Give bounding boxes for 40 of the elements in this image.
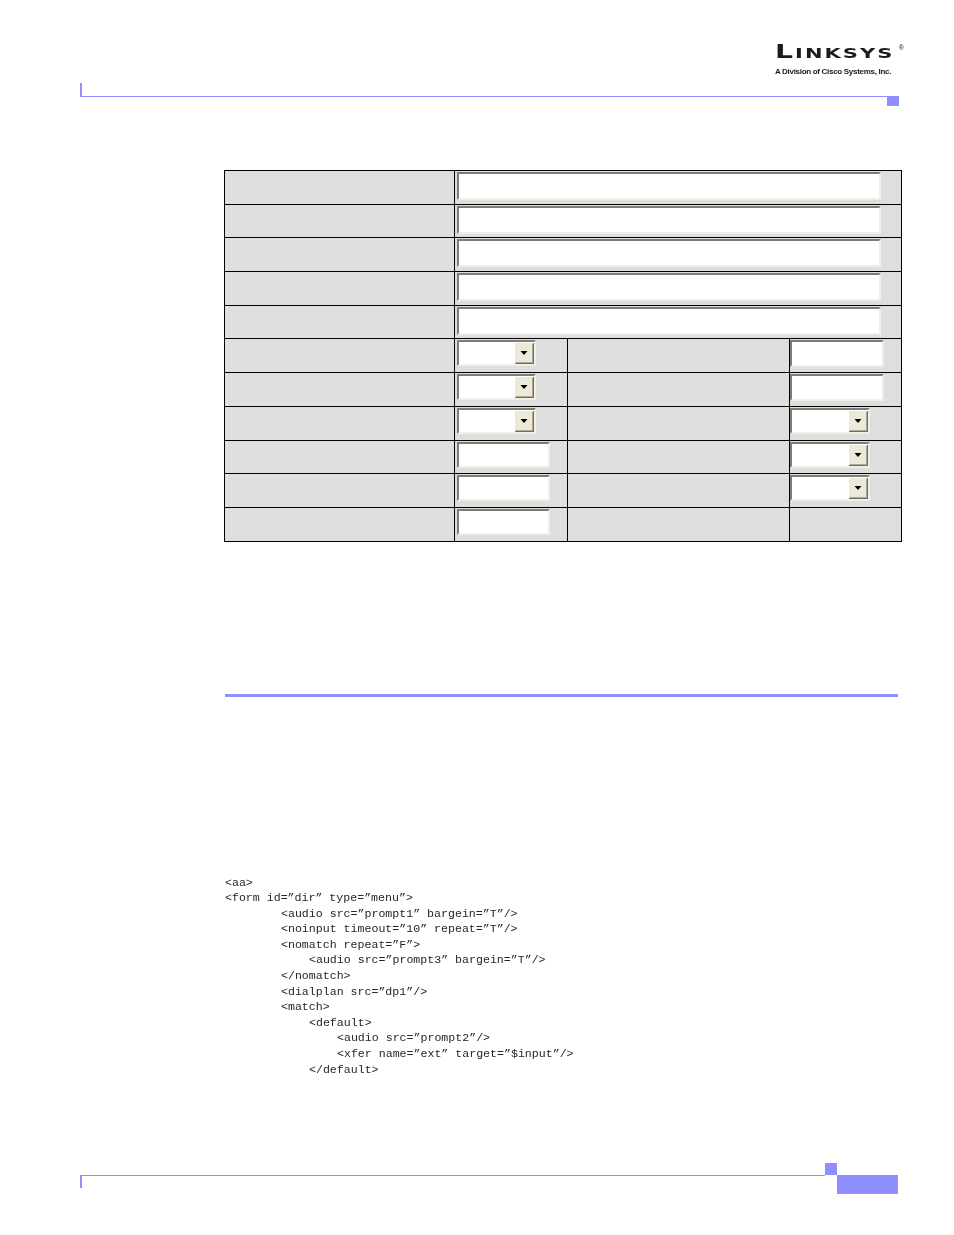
text-field[interactable] [457,441,550,468]
logo-wordmark: LINKSYS [775,42,895,63]
dropdown-field[interactable] [457,407,536,434]
code-line: <default> [309,1014,372,1031]
dropdown-field[interactable] [790,475,870,502]
header-marker [887,96,899,106]
text-field[interactable] [457,508,550,535]
text-field[interactable] [457,273,881,302]
code-line: <aa> [225,874,253,891]
dropdown-field[interactable] [790,441,870,468]
footer-marker [825,1163,837,1176]
caret-icon [514,376,534,399]
code-line: <audio src=”prompt3” bargein=”T”/> [309,952,546,969]
code-line: <dialplan src=”dp1”/> [281,983,428,1000]
code-line: </default> [309,1061,379,1078]
caret-icon [848,409,868,432]
footer-block [837,1175,898,1195]
text-field[interactable] [790,340,884,368]
code-line: <form id=”dir” type=”menu”> [225,890,413,906]
text-field[interactable] [790,374,884,402]
caret-icon [514,342,534,365]
code-line: <xfer name=”ext” target=”$input”/> [337,1045,574,1062]
code-line: <nomatch repeat=”F”> [281,936,421,953]
text-field[interactable] [457,306,881,335]
code-line: <match> [281,999,330,1015]
dropdown-field[interactable] [457,374,536,401]
caret-icon [514,409,534,432]
code-line: </nomatch> [281,968,351,984]
code-line: <audio src=”prompt2”/> [337,1030,491,1046]
dropdown-field[interactable] [457,340,536,367]
code-line: <audio src=”prompt1” bargein=”T”/> [281,905,518,922]
logo-tagline: A Division of Cisco Systems, Inc. [775,67,892,76]
caret-icon [848,477,868,500]
text-field[interactable] [457,239,881,268]
text-field[interactable] [457,205,881,234]
caret-icon [848,443,868,466]
text-field[interactable] [457,475,550,502]
dropdown-field[interactable] [790,407,870,434]
code-line: <noinput timeout=”10” repeat=”T”/> [281,921,518,937]
text-field[interactable] [457,172,881,200]
